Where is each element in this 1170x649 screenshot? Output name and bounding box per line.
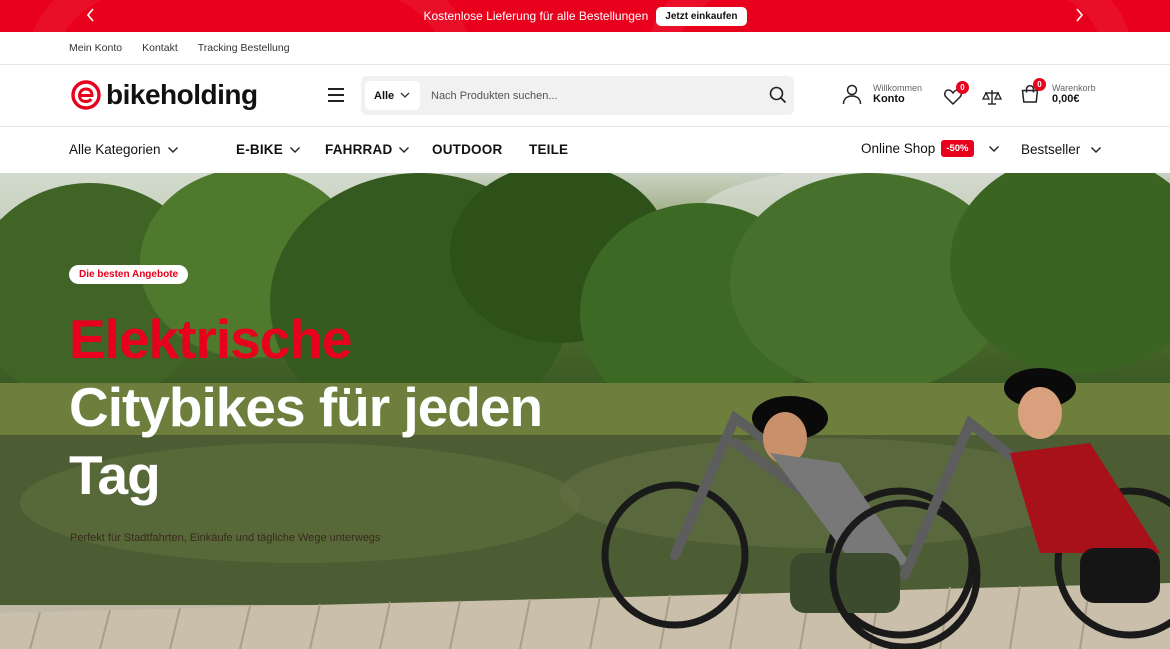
nav-item-fahrrad[interactable]: FAHRRAD [325, 142, 410, 157]
nav-item-outdoor[interactable]: OUTDOOR [432, 142, 502, 157]
chevron-down-icon [167, 146, 178, 153]
nav-item-teile-label: TEILE [529, 142, 569, 157]
search-category-select[interactable]: Alle [365, 81, 420, 110]
nav-item-e-bike-label: E-BIKE [236, 142, 283, 157]
hero-tag: Die besten Angebote [69, 265, 189, 284]
logo-icon [71, 80, 101, 110]
compare-button[interactable] [981, 87, 1003, 107]
nav-item-fahrrad-label: FAHRRAD [325, 142, 393, 157]
all-categories-label: Alle Kategorien [69, 142, 161, 157]
promo-bar: Kostenlose Lieferung für alle Bestellung… [0, 0, 1170, 32]
online-shop-label: Online Shop [861, 141, 936, 156]
account-label: Konto [873, 93, 905, 105]
hero-title: Elektrische Citybikes für jeden Tag [69, 305, 589, 509]
hero-title-line-1: Citybikes für jeden [69, 376, 543, 438]
cart-button[interactable]: 0 Warenkorb 0,00€ [1020, 78, 1096, 105]
my-account-link[interactable]: Mein Konto [69, 42, 122, 54]
wishlist-button[interactable]: 0 [943, 81, 969, 107]
online-shop-dropdown[interactable]: Online Shop -50% [861, 140, 1000, 157]
hero-subtitle: Perfekt für Stadtfahrten, Einkäufe und t… [70, 532, 381, 544]
category-nav: Alle Kategorien E-BIKE FAHRRAD OUTDOOR T… [0, 127, 1170, 173]
cart-total: 0,00€ [1052, 93, 1080, 105]
account-link[interactable]: Willkommen Konto [841, 83, 922, 105]
nav-item-outdoor-label: OUTDOOR [432, 142, 503, 157]
cart-label: Warenkorb [1052, 83, 1096, 93]
user-icon [842, 84, 862, 105]
chevron-down-icon [399, 146, 410, 153]
promo-text: Kostenlose Lieferung für alle Bestellung… [423, 9, 649, 23]
cart-icon-wrap: 0 [1020, 78, 1046, 104]
chevron-right-icon[interactable] [1072, 6, 1086, 29]
search-bar: Alle [361, 76, 794, 115]
order-tracking-link[interactable]: Tracking Bestellung [198, 42, 290, 54]
search-icon[interactable] [769, 86, 787, 104]
contact-link[interactable]: Kontakt [142, 42, 178, 54]
hero-title-line-2: Tag [69, 444, 161, 506]
utility-nav: Mein Konto Kontakt Tracking Bestellung [0, 32, 1170, 65]
search-category-label: Alle [374, 89, 395, 102]
chevron-down-icon [289, 146, 300, 153]
bestseller-label: Bestseller [1021, 142, 1081, 157]
nav-item-e-bike[interactable]: E-BIKE [236, 142, 301, 157]
nav-item-teile[interactable]: TEILE [529, 142, 568, 157]
chevron-left-icon[interactable] [84, 6, 98, 29]
logo[interactable]: bikeholding [71, 79, 258, 111]
account-greeting: Willkommen [873, 83, 923, 93]
wishlist-count-badge: 0 [956, 81, 969, 94]
bestseller-dropdown[interactable]: Bestseller [1021, 142, 1102, 157]
search-input[interactable] [431, 81, 751, 110]
cart-count-badge: 0 [1033, 78, 1046, 91]
shop-now-button[interactable]: Jetzt einkaufen [656, 6, 747, 26]
logo-text: bikeholding [106, 79, 258, 110]
chevron-down-icon [988, 145, 999, 152]
menu-icon[interactable] [328, 88, 344, 102]
hero-title-red: Elektrische [69, 308, 353, 370]
chevron-down-icon [400, 92, 410, 98]
site-header: bikeholding Alle Willkommen Konto 0 [0, 65, 1170, 127]
sale-badge: -50% [941, 140, 974, 157]
hero-banner[interactable]: Die besten Angebote Elektrische Citybike… [0, 173, 1170, 649]
all-categories-dropdown[interactable]: Alle Kategorien [69, 142, 179, 157]
scale-icon [981, 90, 1003, 105]
chevron-down-icon [1091, 146, 1102, 153]
